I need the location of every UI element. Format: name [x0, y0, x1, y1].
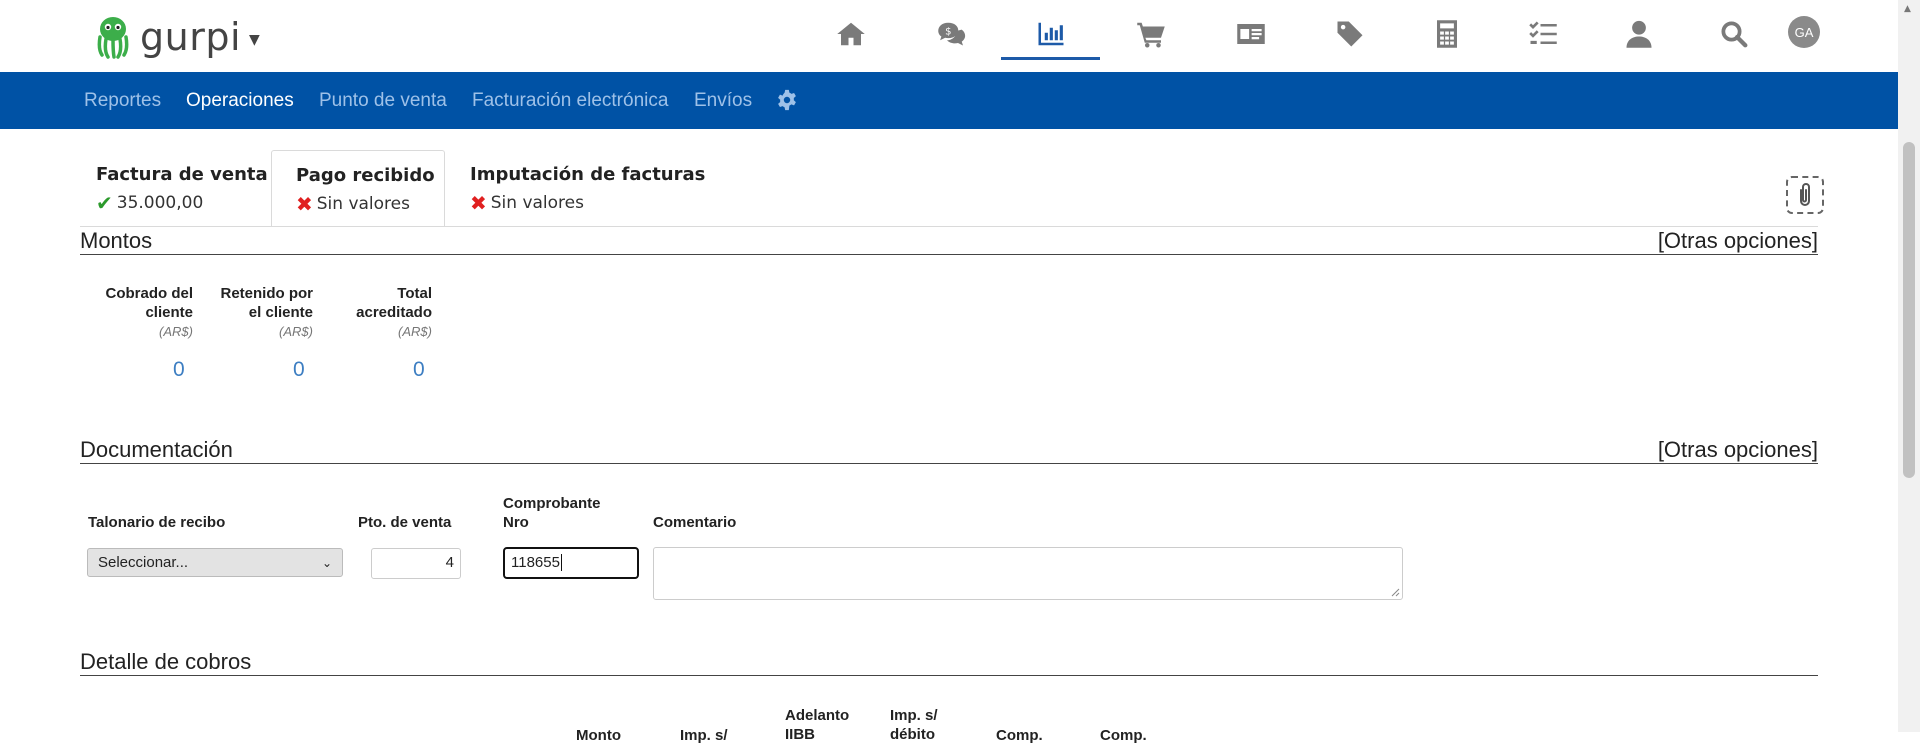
comentario-textarea[interactable] — [653, 547, 1403, 600]
scrollbar-thumb[interactable] — [1903, 142, 1915, 478]
tabs-divider — [80, 226, 1818, 227]
id-card-icon[interactable] — [1231, 14, 1271, 54]
tag-icon[interactable] — [1330, 14, 1370, 54]
otras-opciones-link[interactable]: [Otras opciones] — [1658, 228, 1818, 254]
talonario-label: Talonario de recibo — [88, 514, 226, 531]
amount-retenido[interactable]: 0 — [293, 358, 305, 382]
tab-title: Factura de venta — [96, 164, 268, 185]
chevron-down-icon: ⌄ — [321, 555, 332, 570]
home-icon[interactable] — [831, 14, 871, 54]
section-title-detalle: Detalle de cobros — [80, 649, 252, 674]
col-head-total: Total acreditado (AR$) — [340, 284, 432, 341]
tab-status-text: Sin valores — [316, 194, 410, 214]
section-title-documentacion: Documentación — [80, 437, 233, 462]
comentario-label: Comentario — [653, 514, 737, 531]
col-head-unit: (AR$) — [398, 324, 432, 339]
gear-icon[interactable] — [776, 89, 798, 111]
tab-imputacion-de-facturas[interactable]: Imputación de facturas ✖ Sin valores — [454, 150, 706, 227]
search-icon[interactable] — [1714, 14, 1754, 54]
subnav-item-reportes[interactable]: Reportes — [84, 90, 161, 112]
amount-total[interactable]: 0 — [413, 358, 425, 382]
vertical-scrollbar[interactable]: ▲ — [1898, 0, 1920, 732]
x-icon: ✖ — [470, 191, 487, 215]
tab-title: Imputación de facturas — [470, 164, 706, 185]
paperclip-icon — [1800, 183, 1810, 206]
comprobante-nro-value: 118655 — [511, 554, 560, 571]
col-head-retenido: Retenido por el cliente (AR$) — [205, 284, 314, 341]
text-cursor — [560, 554, 562, 571]
col-head-imp: Imp. s/ — [680, 727, 728, 744]
amount-cobrado[interactable]: 0 — [173, 358, 185, 382]
subnav-item-envios[interactable]: Envíos — [694, 90, 752, 112]
comprobante-label: Comprobante Nro — [503, 495, 601, 531]
check-icon: ✔ — [96, 191, 113, 215]
bar-chart-icon[interactable] — [1031, 14, 1071, 54]
pto-venta-input[interactable]: 4 — [371, 548, 461, 579]
talonario-select-value: Seleccionar... — [98, 554, 189, 571]
col-head-adelanto: Adelanto IIBB — [785, 707, 850, 743]
chat-money-icon[interactable]: $ — [932, 14, 972, 54]
subnav-item-punto-de-venta[interactable]: Punto de venta — [319, 90, 447, 112]
col-head-comp: Comp. — [996, 727, 1043, 744]
tab-status-text: 35.000,00 — [116, 193, 204, 213]
section-title-montos: Montos — [80, 228, 153, 253]
tab-title: Pago recibido — [296, 165, 435, 186]
subnav-item-facturacion-electronica[interactable]: Facturación electrónica — [472, 90, 668, 112]
col-head-label: Total acreditado — [356, 285, 432, 321]
section-rule — [80, 254, 1818, 255]
col-head-label: Cobrado del cliente — [105, 285, 193, 321]
col-head-unit: (AR$) — [279, 324, 313, 339]
avatar[interactable]: GA — [1788, 16, 1820, 48]
col-head-comp: Comp. — [1100, 727, 1147, 744]
tab-pago-recibido[interactable]: Pago recibido ✖ Sin valores — [271, 150, 445, 227]
sub-navigation: Reportes Operaciones Punto de venta Fact… — [0, 72, 1898, 129]
col-head-unit: (AR$) — [159, 324, 193, 339]
active-nav-indicator — [1001, 57, 1100, 60]
svg-text:$: $ — [945, 27, 951, 38]
tab-status: ✖ Sin valores — [470, 191, 694, 215]
tab-status: ✔ 35.000,00 — [96, 191, 250, 215]
col-head-imp-debito: Imp. s/ débito — [890, 707, 938, 743]
tab-factura-de-venta[interactable]: Factura de venta ✔ 35.000,00 — [80, 150, 268, 227]
top-bar: gurpi ▼ $ GA — [0, 0, 1898, 72]
checklist-icon[interactable] — [1523, 14, 1563, 54]
section-rule — [80, 463, 1818, 464]
calculator-icon[interactable] — [1427, 14, 1467, 54]
col-head-monto: Monto — [576, 727, 621, 744]
pto-venta-label: Pto. de venta — [358, 514, 452, 531]
section-rule — [80, 675, 1818, 676]
tab-status-text: Sin valores — [490, 193, 584, 213]
resize-handle-icon[interactable] — [1390, 587, 1400, 597]
talonario-select[interactable]: Seleccionar... ⌄ — [87, 548, 343, 577]
scroll-up-arrow-icon[interactable]: ▲ — [1904, 4, 1911, 14]
col-head-label: Retenido por el cliente — [220, 285, 314, 321]
subnav-item-operaciones[interactable]: Operaciones — [186, 90, 294, 112]
cart-icon[interactable] — [1131, 14, 1171, 54]
otras-opciones-link[interactable]: [Otras opciones] — [1658, 437, 1818, 463]
x-icon: ✖ — [296, 192, 313, 216]
user-icon[interactable] — [1619, 14, 1659, 54]
tab-status: ✖ Sin valores — [296, 192, 444, 216]
col-head-cobrado: Cobrado del cliente (AR$) — [80, 284, 193, 341]
attachment-button[interactable] — [1786, 176, 1824, 214]
comprobante-nro-input[interactable]: 118655 — [503, 547, 639, 579]
